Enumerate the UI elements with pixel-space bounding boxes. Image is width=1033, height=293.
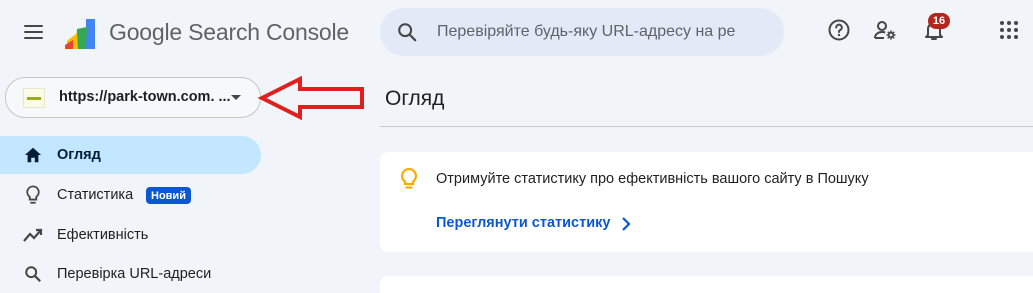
home-icon [23, 145, 43, 165]
property-url: https://park-town.com. ... [59, 89, 231, 105]
menu-icon-bar [23, 31, 43, 33]
insights-card-text: Отримуйте статистику про ефективність ва… [436, 171, 869, 187]
title-divider [380, 126, 1033, 127]
page-title: Огляд [385, 87, 445, 110]
help-icon [828, 19, 850, 41]
sidebar-item-label: Огляд [57, 147, 101, 163]
property-selector[interactable]: https://park-town.com. ... [5, 77, 261, 118]
annotation-arrow-icon [257, 75, 364, 121]
chevron-right-icon[interactable] [619, 216, 633, 232]
search-console-logo-icon[interactable] [64, 15, 100, 51]
apps-grid-icon [1000, 21, 1018, 39]
product-name[interactable]: Google Search Console [109, 19, 349, 46]
url-search-input[interactable] [437, 8, 767, 56]
new-badge: Новий [146, 187, 191, 204]
sidebar-item-label: Перевірка URL-адреси [57, 266, 212, 282]
url-inspection-search[interactable] [380, 8, 784, 56]
sidebar-item-label: Статистика [57, 187, 134, 203]
site-favicon-icon [23, 88, 45, 108]
sidebar-item-performance[interactable]: Ефективність [0, 216, 261, 254]
manage-users-button[interactable] [871, 16, 899, 44]
google-apps-button[interactable] [995, 16, 1023, 44]
menu-icon-bar [23, 25, 43, 27]
sidebar-item-label: Ефективність [57, 227, 149, 243]
sidebar-item-overview[interactable]: Огляд [0, 136, 261, 174]
sidebar-item-url-inspection[interactable]: Перевірка URL-адреси [0, 255, 261, 293]
lightbulb-icon [400, 167, 418, 189]
lightbulb-icon [23, 185, 43, 205]
insights-card: Отримуйте статистику про ефективність ва… [380, 152, 1033, 252]
notifications-count-badge: 16 [928, 13, 950, 29]
trending-up-icon [23, 225, 43, 245]
main-menu-button[interactable] [18, 17, 48, 47]
manage-users-icon [874, 21, 896, 40]
next-card [380, 276, 1033, 293]
search-icon [23, 264, 43, 284]
top-app-bar: Google Search Console 16 [0, 0, 1033, 68]
view-insights-link[interactable]: Переглянути статистику [436, 215, 610, 231]
search-icon[interactable] [396, 21, 418, 43]
menu-icon-bar [23, 37, 43, 39]
help-button[interactable] [825, 16, 853, 44]
sidebar-item-insights[interactable]: Статистика Новий [0, 176, 261, 214]
dropdown-arrow-icon [231, 95, 241, 100]
